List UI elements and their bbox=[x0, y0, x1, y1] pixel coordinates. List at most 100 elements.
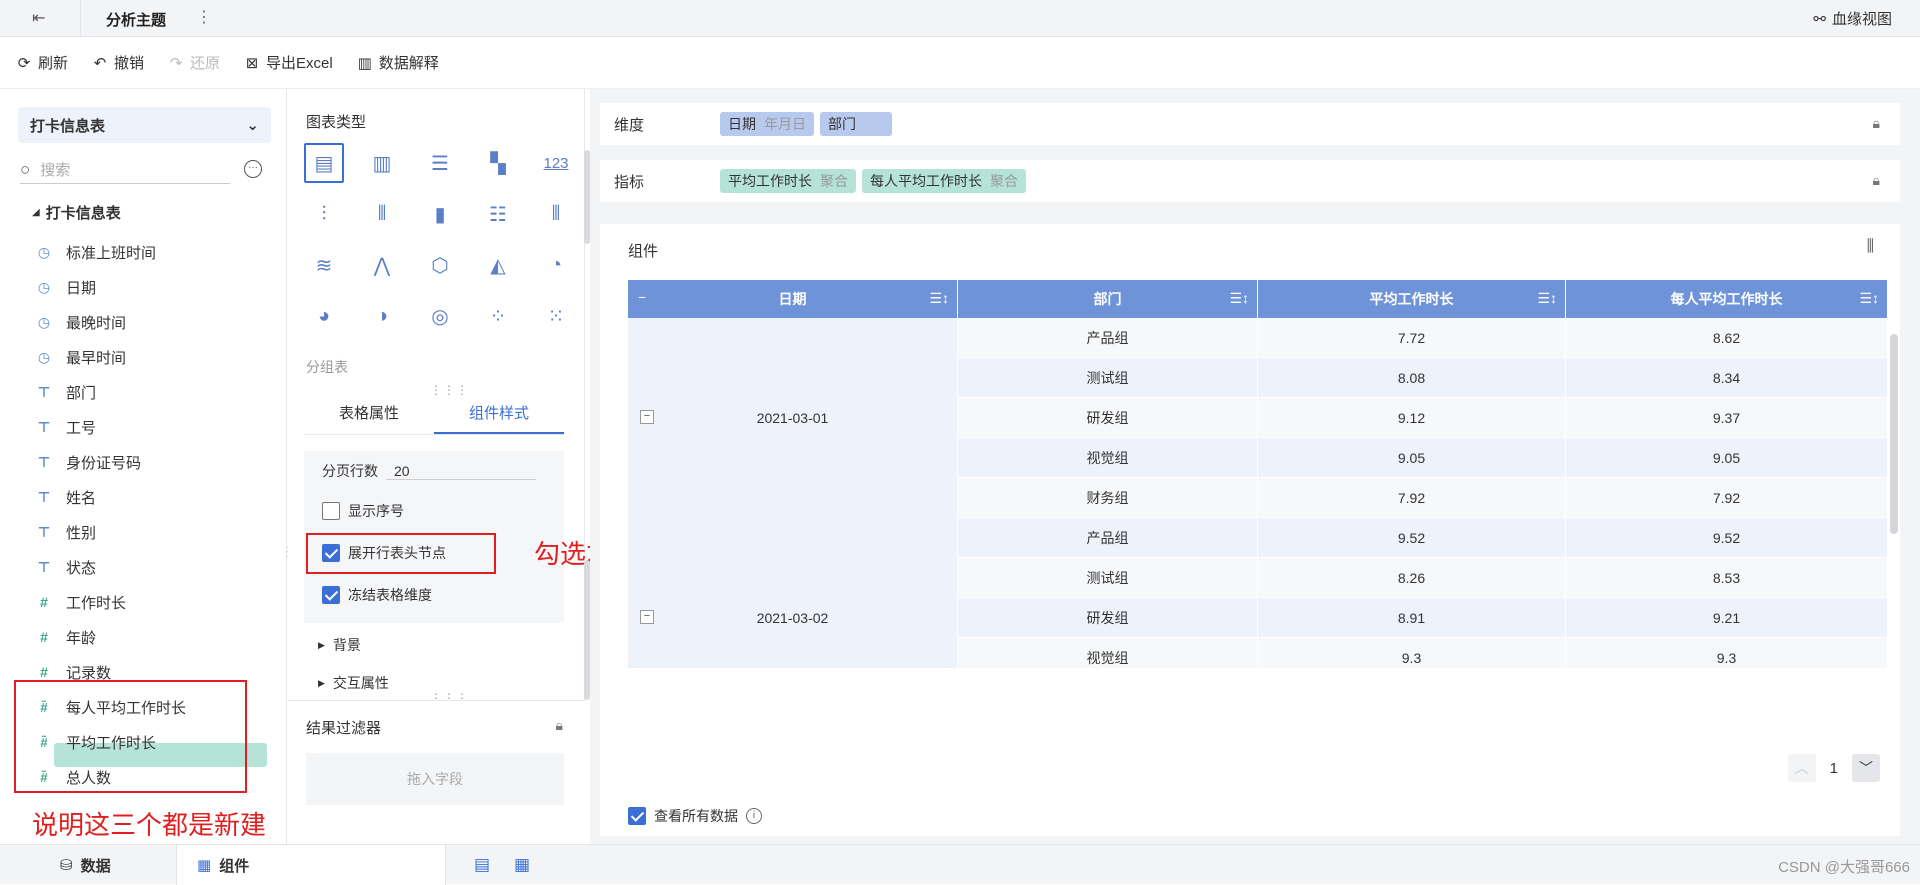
show-index-checkbox[interactable] bbox=[322, 502, 340, 520]
field-item[interactable]: ◷ 标准上班时间 bbox=[36, 239, 156, 265]
sort-icon[interactable]: ☰↕ bbox=[929, 290, 949, 307]
column-header[interactable]: 部门 ☰↕ bbox=[958, 280, 1258, 318]
dimension-pill-date[interactable]: 日期 年月日 bbox=[720, 112, 814, 136]
collapse-all-icon[interactable]: − bbox=[638, 289, 646, 305]
waterfall-icon[interactable]: ⫴ bbox=[536, 194, 576, 234]
area-icon[interactable]: ◭ bbox=[478, 245, 518, 285]
collapse-group-icon[interactable]: − bbox=[640, 610, 654, 624]
bar-icon[interactable]: ☷ bbox=[478, 194, 518, 234]
scatter-icon[interactable]: ⁘ bbox=[478, 296, 518, 336]
field-item[interactable]: ⊤ 工号 bbox=[36, 414, 96, 440]
show-index-option[interactable]: 显示序号 bbox=[322, 501, 404, 521]
sort-icon[interactable]: ☰↕ bbox=[1537, 290, 1557, 307]
tab-table-properties[interactable]: 表格属性 bbox=[304, 395, 434, 434]
field-item[interactable]: ⊤ 性别 bbox=[36, 519, 96, 545]
line-icon[interactable]: ≋ bbox=[304, 245, 344, 285]
sunburst-icon[interactable]: ◎ bbox=[420, 296, 460, 336]
redo-label: 还原 bbox=[190, 55, 221, 72]
field-item[interactable]: # 工作时长 bbox=[36, 589, 126, 615]
metric-pill-per-person-hours[interactable]: 每人平均工作时长 聚合 bbox=[862, 169, 1026, 193]
field-item[interactable]: ⊤ 身份证号码 bbox=[36, 449, 141, 475]
view-all-option[interactable]: 查看所有数据 i bbox=[628, 806, 762, 826]
grouped-bar-icon[interactable]: ⫶ bbox=[304, 194, 344, 234]
field-item[interactable]: ◷ 日期 bbox=[36, 274, 96, 300]
metric-pill-avg-hours[interactable]: 平均工作时长 聚合 bbox=[720, 169, 856, 193]
add-chart-icon[interactable]: ▤ bbox=[474, 855, 490, 875]
table-scrollbar[interactable] bbox=[1890, 334, 1898, 534]
detail-table-icon[interactable]: ▥ bbox=[362, 143, 402, 183]
table-cell: 产品组 bbox=[958, 518, 1258, 558]
tab-component-style[interactable]: 组件样式 bbox=[434, 395, 564, 434]
tree-root[interactable]: ◢ 打卡信息表 bbox=[32, 202, 121, 223]
lock-icon[interactable]: 🔒︎ bbox=[1873, 115, 1880, 132]
tab-data[interactable]: ⛁ 数据 bbox=[40, 845, 131, 885]
field-item[interactable]: ⊤ 部门 bbox=[36, 379, 96, 405]
field-item[interactable]: ◷ 最早时间 bbox=[36, 344, 126, 370]
table-name: 打卡信息表 bbox=[30, 117, 106, 135]
lock-icon[interactable]: 🔒︎ bbox=[556, 717, 563, 734]
refresh-button[interactable]: ⟳ 刷新 bbox=[16, 52, 68, 73]
text-icon: ⊤ bbox=[37, 418, 51, 435]
redo-button[interactable]: ↷ 还原 bbox=[168, 52, 220, 73]
field-item[interactable]: ⊤ 姓名 bbox=[36, 484, 96, 510]
lineage-label: 血缘视图 bbox=[1831, 11, 1892, 28]
undo-button[interactable]: ↶ 撤销 bbox=[92, 52, 144, 73]
tab-component[interactable]: ▦ 组件 bbox=[176, 845, 446, 885]
table-cell: 8.34 bbox=[1566, 358, 1888, 398]
polyline-icon[interactable]: ⋀ bbox=[362, 245, 402, 285]
sort-icon[interactable]: ☰↕ bbox=[1859, 290, 1879, 307]
lineage-view-button[interactable]: ⚯ 血缘视图 bbox=[1813, 8, 1892, 29]
rose-pie-icon[interactable]: ◑ bbox=[362, 296, 402, 336]
text-icon: ⊤ bbox=[37, 558, 51, 575]
export-excel-button[interactable]: ⊠ 导出Excel bbox=[244, 52, 333, 73]
clock-icon: ◷ bbox=[37, 243, 51, 260]
cross-table-icon[interactable]: ☰ bbox=[420, 143, 460, 183]
chart-settings-icon[interactable]: ⫼ bbox=[1867, 238, 1874, 256]
column-header[interactable]: 日期 ☰↕ − bbox=[628, 280, 958, 318]
table-cell: 8.53 bbox=[1566, 558, 1888, 598]
freeze-dims-option[interactable]: 冻结表格维度 bbox=[322, 585, 432, 605]
more-vertical-icon[interactable]: ⋮ bbox=[196, 7, 212, 27]
add-dashboard-icon[interactable]: ▦ bbox=[514, 855, 530, 875]
column-header[interactable]: 每人平均工作时长 ☰↕ bbox=[1566, 280, 1888, 318]
field-item[interactable]: ⊤ 状态 bbox=[36, 554, 96, 580]
table-cell: 测试组 bbox=[958, 358, 1258, 398]
group-table-icon[interactable]: ▤ bbox=[304, 143, 344, 183]
field-item[interactable]: ◷ 最晚时间 bbox=[36, 309, 126, 335]
background-section[interactable]: ▶ 背景 bbox=[318, 635, 361, 655]
rows-per-page-input[interactable]: 20 bbox=[386, 463, 536, 480]
data-explain-button[interactable]: ▥ 数据解释 bbox=[357, 52, 439, 73]
field-label: 最早时间 bbox=[66, 349, 127, 367]
info-icon[interactable]: i bbox=[746, 808, 762, 824]
sort-icon[interactable]: ☰↕ bbox=[1229, 290, 1249, 307]
search-field[interactable]: ○ 搜索 bbox=[20, 156, 230, 184]
interaction-section[interactable]: ▶ 交互属性 bbox=[318, 673, 389, 693]
field-item[interactable]: # 年龄 bbox=[36, 624, 96, 650]
collapse-group-icon[interactable]: − bbox=[640, 410, 654, 424]
column-icon[interactable]: ▮ bbox=[420, 194, 460, 234]
redo-icon: ↷ bbox=[169, 54, 183, 72]
stacked-bar-icon[interactable]: ⦀ bbox=[362, 194, 402, 234]
prev-page-button[interactable]: ︿ bbox=[1787, 754, 1816, 782]
next-page-button[interactable]: ﹀ bbox=[1852, 754, 1880, 782]
bubble-icon[interactable]: ⁙ bbox=[536, 296, 576, 336]
freeze-dims-checkbox[interactable] bbox=[322, 586, 340, 604]
kpi-card-icon[interactable]: ▚ bbox=[478, 143, 518, 183]
exit-icon[interactable]: ⇤ bbox=[32, 8, 50, 28]
table-cell: 9.05 bbox=[1258, 438, 1566, 478]
pie-icon[interactable]: ◕ bbox=[304, 296, 344, 336]
lock-icon[interactable]: 🔒︎ bbox=[1873, 172, 1880, 189]
dimension-pill-department[interactable]: 部门 bbox=[820, 112, 892, 136]
view-all-checkbox[interactable] bbox=[628, 807, 646, 825]
metric-label: 指标 bbox=[614, 173, 645, 191]
more-options-icon[interactable]: ··· bbox=[244, 160, 262, 178]
number-icon[interactable]: 123 bbox=[536, 143, 576, 183]
table-selector[interactable]: 打卡信息表 ⌄ bbox=[18, 107, 271, 143]
field-label: 姓名 bbox=[66, 489, 97, 507]
filter-drop-zone[interactable]: 拖入字段 bbox=[306, 753, 564, 805]
radar-icon[interactable]: ⬡ bbox=[420, 245, 460, 285]
pill-sub: 年月日 bbox=[764, 116, 806, 132]
table-cell: 7.92 bbox=[1566, 478, 1888, 518]
column-header[interactable]: 平均工作时长 ☰↕ bbox=[1258, 280, 1566, 318]
gauge-icon[interactable]: ◔ bbox=[536, 245, 576, 285]
